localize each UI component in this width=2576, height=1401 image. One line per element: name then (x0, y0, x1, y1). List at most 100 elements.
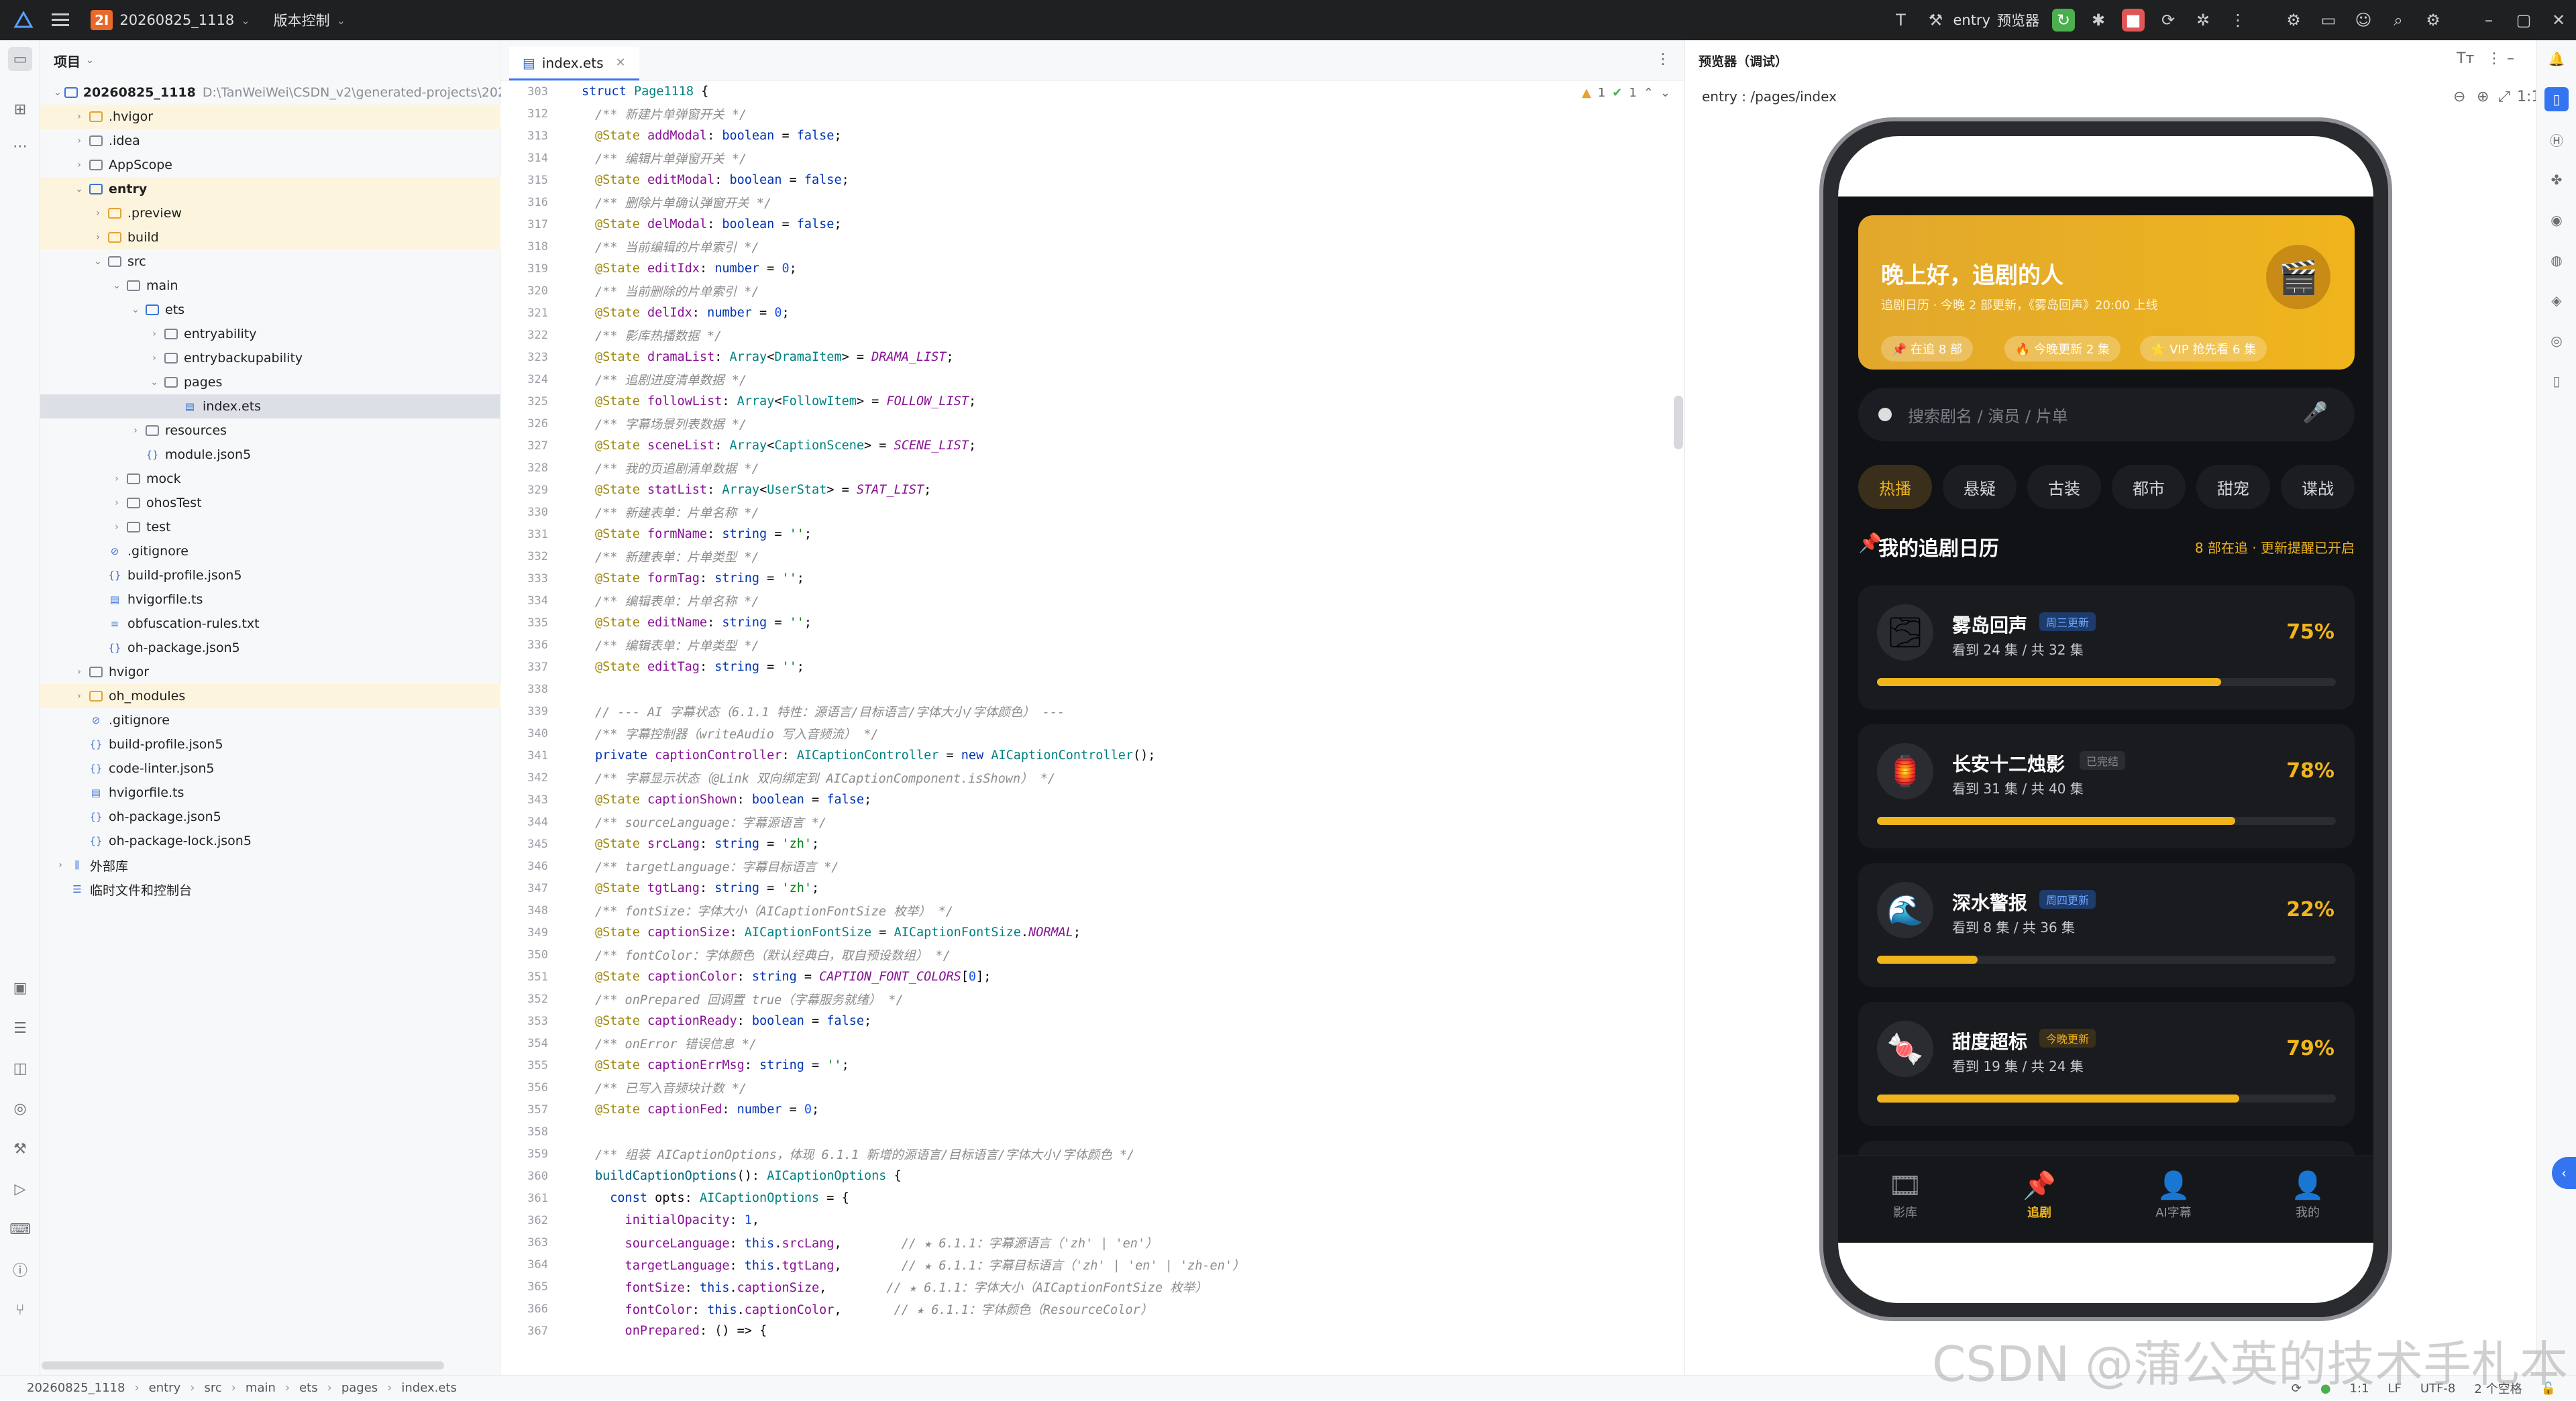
code-line[interactable]: 321 @State delIdx: number = 0; (501, 302, 1684, 324)
category-hot[interactable]: 热播 (1858, 465, 1932, 509)
category-spy[interactable]: 谍战 (2281, 465, 2355, 509)
code-line[interactable]: 352 /** onPrepared 回调置 true（字幕服务就绪） */ (501, 988, 1684, 1010)
minimize-icon[interactable]: – (2507, 50, 2514, 67)
drama-card[interactable]: 🍬 甜度超标 今晚更新 看到 19 集 / 共 24 集 79% (1858, 1002, 2355, 1126)
folder-icon[interactable]: ▭ (2317, 9, 2340, 32)
tree-item[interactable]: › resources (40, 418, 500, 443)
category-costume[interactable]: 古装 (2027, 465, 2101, 509)
code-line[interactable]: 365 fontSize: this.captionSize, // ★ 6.1… (501, 1276, 1684, 1298)
tree-item[interactable]: › test (40, 515, 500, 539)
tree-item[interactable]: › hvigor (40, 660, 500, 684)
chevron-down-icon[interactable]: ⌄ (337, 14, 345, 27)
chevron-right-icon[interactable]: › (91, 232, 105, 243)
code-line[interactable]: 345 @State srcLang: string = 'zh'; (501, 833, 1684, 855)
code-line[interactable]: 364 targetLanguage: this.tgtLang, // ★ 6… (501, 1253, 1684, 1276)
tree-item[interactable]: {} oh-package-lock.json5 (40, 829, 500, 853)
tree-item[interactable]: ▤ hvigorfile.ts (40, 781, 500, 805)
drama-card[interactable]: 🏮 长安十二烛影 已完结 看到 31 集 / 共 40 集 78% (1858, 724, 2355, 848)
chevron-right-icon[interactable]: › (54, 860, 67, 871)
code-line[interactable]: 348 /** fontSize：字体大小（AICaptionFontSize 枚… (501, 899, 1684, 921)
chip-tonight[interactable]: 🔥 今晚更新 2 集 (2004, 336, 2121, 361)
code-line[interactable]: 361 const opts: AICaptionOptions = { (501, 1187, 1684, 1209)
chevron-right-icon[interactable]: › (129, 425, 142, 436)
code-line[interactable]: 328 /** 我的页追剧清单数据 */ (501, 457, 1684, 479)
tree-item[interactable]: › ⫼ 外部库 (40, 853, 500, 877)
horizontal-scrollbar[interactable] (42, 1361, 444, 1369)
code-line[interactable]: 351 @State captionColor: string = CAPTION… (501, 966, 1684, 988)
chevron-right-icon[interactable]: › (72, 160, 86, 170)
code-line[interactable]: 346 /** targetLanguage：字幕目标语言 */ (501, 855, 1684, 877)
code-line[interactable]: 316 /** 删除片单确认弹窗开关 */ (501, 191, 1684, 213)
more-icon[interactable]: ⋮ (2226, 9, 2249, 32)
chevron-down-icon[interactable]: ⌄ (148, 377, 161, 388)
chip-vip[interactable]: ⭐ VIP 抢先看 6 集 (2140, 336, 2267, 361)
bug-icon[interactable]: ✲ (2192, 9, 2214, 32)
device-icon[interactable]: ▯ (2544, 369, 2569, 393)
zoom-in-icon[interactable]: ⊕ (2477, 89, 2489, 105)
gallery-icon[interactable]: ◈ (2544, 288, 2569, 313)
previewer-icon[interactable]: ▯ (2544, 87, 2569, 111)
tree-item[interactable]: › AppScope (40, 153, 500, 177)
tree-item[interactable]: ⊘ .gitignore (40, 708, 500, 732)
chevron-right-icon[interactable]: › (148, 329, 161, 339)
settings-icon[interactable]: ⚙ (2282, 9, 2305, 32)
breadcrumb-item[interactable]: entry (149, 1381, 181, 1395)
close-icon[interactable]: ✕ (2547, 9, 2570, 32)
chevron-down-icon[interactable]: ⌄ (241, 14, 250, 27)
more-icon[interactable]: ⋮ (2487, 50, 2502, 67)
chevron-down-icon[interactable]: ⌄ (129, 304, 142, 315)
tree-item[interactable]: › entryability (40, 322, 500, 346)
editor-scrollbar[interactable] (1674, 396, 1683, 449)
tree-item[interactable]: › build (40, 225, 500, 249)
breadcrumb-item[interactable]: pages (341, 1381, 378, 1395)
category-urban[interactable]: 都市 (2112, 465, 2186, 509)
tree-item[interactable]: {} build-profile.json5 (40, 563, 500, 587)
code-line[interactable]: 313 @State addModal: boolean = false; (501, 125, 1684, 147)
code-line[interactable]: 367 onPrepared: () => { (501, 1320, 1684, 1342)
tree-item[interactable]: ⌄ entry (40, 177, 500, 201)
project-panel-header[interactable]: 项目 ⌄ (40, 40, 500, 80)
close-icon[interactable]: ✕ (616, 56, 626, 70)
copilot-icon[interactable]: ◉ (2544, 208, 2569, 232)
hammer-icon[interactable]: ⚒ (1924, 9, 1947, 32)
chevron-down-icon[interactable]: ⌄ (91, 256, 105, 267)
problems-icon[interactable]: ⓘ (8, 1257, 32, 1282)
code-line[interactable]: 314 /** 编辑片单弹窗开关 */ (501, 147, 1684, 169)
code-line[interactable]: 339 // --- AI 字幕状态（6.1.1 特性：源语言/目标语言/字体大小… (501, 700, 1684, 722)
code-line[interactable]: 327 @State sceneList: Array<CaptionScene>… (501, 435, 1684, 457)
terminal-icon[interactable]: ▣ (8, 976, 32, 1000)
chevron-right-icon[interactable]: › (110, 498, 123, 508)
code-line[interactable]: 362 initialOpacity: 1, (501, 1209, 1684, 1231)
tab-ai-caption[interactable]: 👤 AI字幕 (2133, 1170, 2214, 1237)
drama-card[interactable]: 🌫 雾岛回声 周三更新 看到 24 集 / 共 32 集 75% (1858, 585, 2355, 710)
tree-item[interactable]: {} module.json5 (40, 443, 500, 467)
category-romance[interactable]: 甜宠 (2196, 465, 2270, 509)
code-line[interactable]: 325 @State followList: Array<FollowItem> … (501, 390, 1684, 412)
chevron-right-icon[interactable]: › (148, 353, 161, 363)
code-line[interactable]: 347 @State tgtLang: string = 'zh'; (501, 877, 1684, 899)
code-line[interactable]: 330 /** 新建表单：片单名称 */ (501, 501, 1684, 523)
tree-item[interactable]: › ohosTest (40, 491, 500, 515)
tree-item[interactable]: {} build-profile.json5 (40, 732, 500, 756)
tree-item[interactable]: ☰ 临时文件和控制台 (40, 877, 500, 901)
code-line[interactable]: 334 /** 编辑表单：片单名称 */ (501, 590, 1684, 612)
more-icon[interactable]: ⋯ (8, 134, 32, 158)
device-select[interactable]: 预览器 (1997, 10, 2039, 30)
code-line[interactable]: 349 @State captionSize: AICaptionFontSize… (501, 921, 1684, 944)
code-line[interactable]: 366 fontColor: this.captionColor, // ★ 6… (501, 1298, 1684, 1320)
fit-icon[interactable]: ⤢ (2498, 89, 2510, 105)
build-icon[interactable]: ⚒ (8, 1137, 32, 1161)
git-icon[interactable]: ⑂ (8, 1298, 32, 1322)
code-line[interactable]: 315 @State editModal: boolean = false; (501, 169, 1684, 191)
code-line[interactable]: 331 @State formName: string = ''; (501, 523, 1684, 545)
code-line[interactable]: 319 @State editIdx: number = 0; (501, 258, 1684, 280)
tree-item[interactable]: ⌄ src (40, 249, 500, 274)
tab-library[interactable]: 🎞 影库 (1865, 1170, 1945, 1237)
code-line[interactable]: 317 @State delModal: boolean = false; (501, 213, 1684, 235)
profiler-icon[interactable]: ◫ (8, 1056, 32, 1080)
code-line[interactable]: 323 @State dramaList: Array<DramaItem> = … (501, 346, 1684, 368)
tree-item[interactable]: {} oh-package.json5 (40, 805, 500, 829)
database-icon[interactable]: ◍ (2544, 248, 2569, 272)
more-icon[interactable]: ⋮ (1656, 51, 1670, 68)
main-menu-icon[interactable] (50, 12, 70, 28)
